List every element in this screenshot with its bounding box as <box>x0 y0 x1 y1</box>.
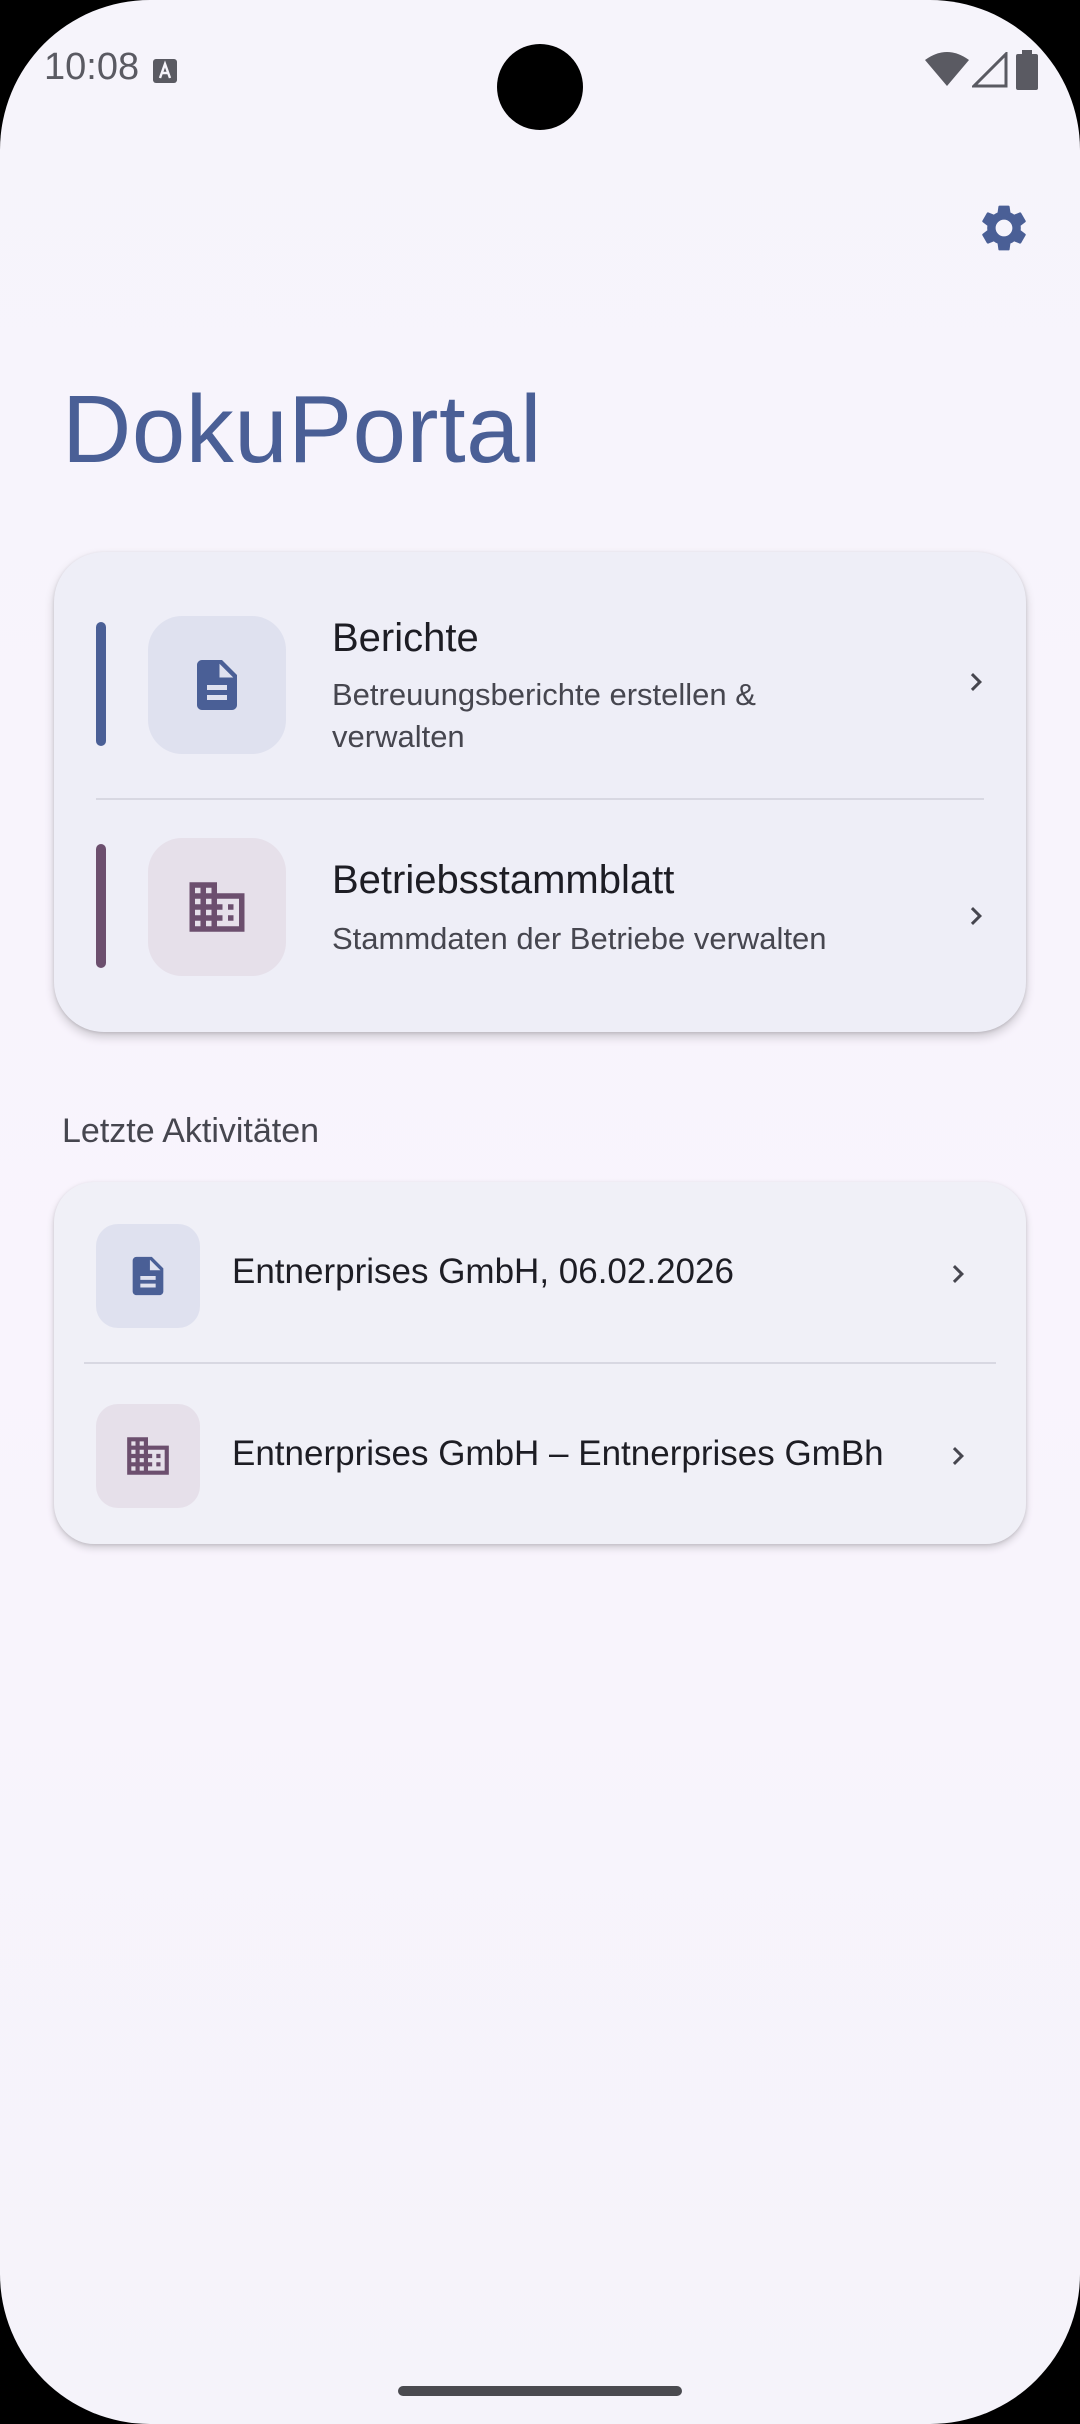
recent-section-title: Letzte Aktivitäten <box>62 1112 320 1150</box>
home-indicator[interactable] <box>398 2386 682 2396</box>
recent-activities-card: Entnerprises GmbH, 06.02.2026 Entnerpris… <box>54 1182 1026 1544</box>
recent-item[interactable]: Entnerprises GmbH – Entnerprises GmBh <box>54 1364 1026 1544</box>
status-time: 10:08 <box>44 46 140 88</box>
settings-button[interactable] <box>972 196 1036 260</box>
wifi-icon <box>925 52 969 86</box>
nav-item-berichte[interactable]: Berichte Betreuungsberichte erstellen & … <box>54 552 1026 798</box>
building-icon <box>189 882 245 932</box>
icon-container <box>148 838 286 976</box>
building-icon <box>127 1437 169 1475</box>
accent-bar <box>96 844 106 968</box>
nav-item-subtitle: Stammdaten der Betriebe verwalten <box>332 921 827 956</box>
chevron-right-icon <box>952 1265 964 1283</box>
battery-icon <box>1016 50 1038 90</box>
chevron-right-icon <box>970 673 982 691</box>
keyboard-a-icon <box>153 59 177 83</box>
recent-item[interactable]: Entnerprises GmbH, 06.02.2026 <box>54 1182 1026 1362</box>
app-title: DokuPortal <box>62 376 542 483</box>
chevron-right-icon <box>952 1447 964 1465</box>
icon-container <box>96 1224 200 1328</box>
signal-icon <box>972 52 1008 88</box>
camera-cutout <box>497 44 583 130</box>
nav-item-subtitle: Betreuungsberichte erstellen & verwalten <box>332 677 756 754</box>
recent-item-label: Entnerprises GmbH, 06.02.2026 <box>232 1252 734 1291</box>
gear-icon <box>982 205 1026 251</box>
nav-item-title: Betriebsstammblatt <box>332 858 675 902</box>
nav-item-betriebsstammblatt[interactable]: Betriebsstammblatt Stammdaten der Betrie… <box>54 798 1026 1032</box>
document-icon <box>132 1256 164 1296</box>
accent-bar <box>96 622 106 746</box>
status-bar: 10:08 <box>0 0 1080 140</box>
document-icon <box>197 660 237 710</box>
nav-item-title: Berichte <box>332 616 479 660</box>
icon-container <box>148 616 286 754</box>
icon-container <box>96 1404 200 1508</box>
app-screen: 10:08 DokuPortal Berichte Betreuungsberi… <box>0 0 1080 2424</box>
main-navigation-card: Berichte Betreuungsberichte erstellen & … <box>54 552 1026 1032</box>
chevron-right-icon <box>970 907 982 925</box>
recent-item-label: Entnerprises GmbH – Entnerprises GmBh <box>232 1434 884 1473</box>
